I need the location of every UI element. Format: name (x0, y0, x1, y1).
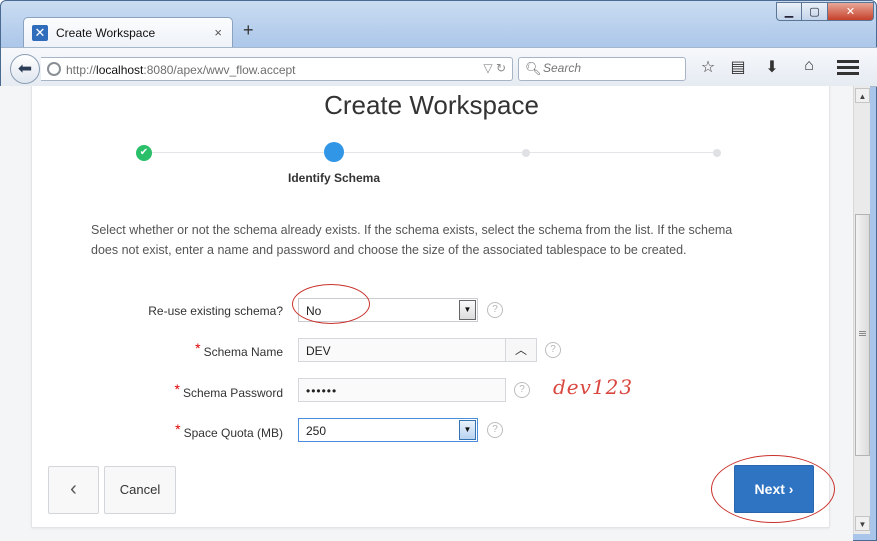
help-icon[interactable]: ? (487, 422, 503, 438)
page-title: Create Workspace (324, 90, 539, 120)
globe-icon (47, 62, 61, 76)
wizard-panel: Create Workspace ✔ Identify Schema Selec… (31, 86, 835, 528)
current-step-label: Identify Schema (287, 171, 381, 185)
address-bar[interactable]: http://localhost:8080/apex/wwv_flow.acce… (41, 57, 513, 81)
close-window-button[interactable]: ✕ (828, 2, 874, 21)
intro-text: Select whether or not the schema already… (91, 223, 733, 257)
space-quota-label: * Space Quota (MB) (175, 421, 283, 440)
vertical-scrollbar[interactable]: ▲ ▼ (853, 86, 870, 534)
arrow-left-icon: ⬅ (17, 59, 33, 78)
download-icon[interactable]: ⬇ (760, 57, 784, 77)
tab-close-icon[interactable]: × (214, 25, 222, 40)
star-icon[interactable]: ☆ (696, 57, 720, 77)
back-button[interactable]: ⬅ (10, 54, 40, 84)
previous-button[interactable]: ‹ (48, 466, 99, 514)
url-text: http://localhost:8080/apex/wwv_flow.acce… (66, 63, 296, 77)
annotation-circle-next (711, 455, 835, 523)
reading-list-icon[interactable]: ▤ (726, 57, 750, 77)
navigation-toolbar: http://localhost:8080/apex/wwv_flow.acce… (1, 47, 877, 87)
annotation-circle-reuse (292, 284, 370, 324)
maximize-button[interactable]: ▢ (802, 2, 828, 21)
space-quota-select[interactable]: 250 ▼ (298, 418, 478, 442)
scroll-down-arrow-icon[interactable]: ▼ (855, 516, 870, 531)
home-icon[interactable]: ⌂ (797, 57, 821, 75)
window-controls: ▁ ▢ ✕ (776, 2, 874, 21)
step-pending-marker (713, 149, 721, 157)
scrollbar-thumb[interactable] (855, 214, 870, 456)
chevron-down-icon: ▼ (459, 300, 476, 320)
tab-title: Create Workspace (56, 26, 156, 40)
schema-password-input[interactable]: •••••• (298, 378, 506, 402)
apex-favicon-icon: ✕ (32, 25, 48, 41)
help-icon[interactable]: ? (487, 302, 503, 318)
step-complete-check-icon: ✔ (136, 145, 152, 161)
required-indicator: * (195, 340, 201, 356)
schema-name-label: * Schema Name (195, 340, 283, 359)
search-input[interactable] (543, 61, 681, 75)
new-tab-button[interactable]: + (243, 20, 254, 41)
help-icon[interactable]: ? (514, 382, 530, 398)
step-pending-marker (522, 149, 530, 157)
chevron-up-icon[interactable]: ︿ (505, 338, 537, 362)
title-bar: ✕ Create Workspace × + ▁ ▢ ✕ (1, 1, 877, 48)
required-indicator: * (175, 421, 181, 437)
minimize-button[interactable]: ▁ (776, 2, 802, 21)
wizard-progress-line (144, 152, 717, 153)
page-content: Create Workspace ✔ Identify Schema Selec… (0, 86, 853, 541)
schema-name-input[interactable]: DEV (298, 338, 506, 362)
reuse-schema-label: Re-use existing schema? (148, 304, 283, 318)
password-annotation: dev123 (553, 375, 634, 399)
required-indicator: * (174, 381, 180, 397)
search-bar[interactable]: 🔍︎ (518, 57, 686, 81)
menu-icon[interactable] (837, 58, 859, 78)
url-dropdown-icon[interactable]: ▽ ↻ (483, 61, 506, 75)
chevron-left-icon: ‹ (70, 478, 77, 500)
help-icon[interactable]: ? (545, 342, 561, 358)
schema-password-label: * Schema Password (174, 381, 284, 400)
step-current-marker (324, 142, 344, 162)
scroll-up-arrow-icon[interactable]: ▲ (855, 88, 870, 103)
chevron-down-icon: ▼ (459, 420, 476, 440)
browser-tab[interactable]: ✕ Create Workspace × (23, 17, 233, 48)
search-icon: 🔍︎ (525, 61, 542, 76)
cancel-button[interactable]: Cancel (104, 466, 176, 514)
